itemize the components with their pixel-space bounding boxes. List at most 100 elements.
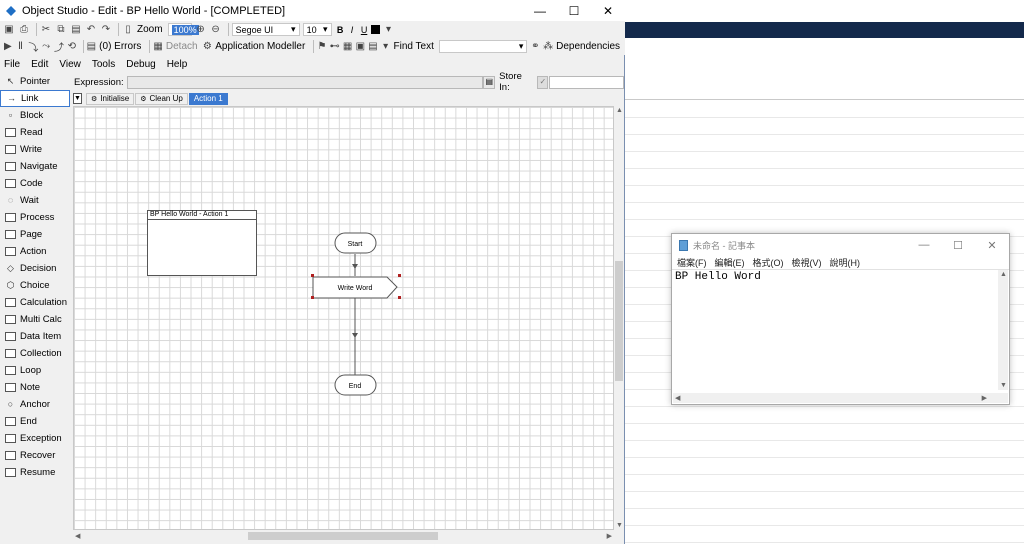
process-canvas[interactable]: BP Hello World - Action 1 Start Write Wo… (73, 106, 614, 530)
palette-item-data-item[interactable]: Data Item (0, 328, 70, 345)
palette-item-loop[interactable]: Loop (0, 362, 70, 379)
find-text-input[interactable]: ▾ (438, 40, 528, 53)
palette-item-note[interactable]: Note (0, 379, 70, 396)
underline-button[interactable]: U (359, 25, 370, 35)
palette-item-choice[interactable]: ⬡ Choice (0, 277, 70, 294)
expression-editor-button[interactable]: ▤ (483, 75, 496, 89)
palette-item-link[interactable]: → Link (0, 90, 70, 107)
scroll-left-icon[interactable]: ◀ (675, 394, 680, 402)
palette-item-anchor[interactable]: ○ Anchor (0, 396, 70, 413)
palette-item-decision[interactable]: ◇ Decision (0, 260, 70, 277)
chevron-down-icon[interactable]: ▾ (381, 41, 391, 53)
expression-input[interactable] (126, 75, 484, 89)
minimize-button[interactable]: — (523, 0, 557, 22)
copy-icon[interactable]: ⧉ (55, 24, 67, 36)
notepad-titlebar[interactable]: 未命名 - 記事本 — ☐ ✕ (672, 234, 1009, 256)
notepad-menu-item[interactable]: 編輯(E) (715, 256, 745, 269)
maximize-button[interactable]: ☐ (557, 0, 591, 22)
notepad-menu-item[interactable]: 格式(O) (753, 256, 784, 269)
palette-item-action[interactable]: Action (0, 243, 70, 260)
palette-item-process[interactable]: Process (0, 209, 70, 226)
horizontal-scroll-thumb[interactable] (248, 532, 438, 540)
notepad-minimize-button[interactable]: — (907, 234, 941, 256)
pause-icon[interactable]: Ⅱ (16, 41, 26, 53)
palette-item-code[interactable]: Code (0, 175, 70, 192)
selection-handle[interactable] (311, 296, 314, 299)
save-icon[interactable]: ▣ (3, 24, 15, 36)
store-in-input[interactable] (549, 75, 624, 89)
zoom-in-icon[interactable]: ⊕ (195, 24, 207, 36)
selection-handle[interactable] (311, 274, 314, 277)
step-over-icon[interactable]: ⤳ (41, 41, 51, 53)
font-name-dropdown[interactable]: Segoe UI ▾ (231, 23, 300, 36)
step-in-icon[interactable]: ⤵ (28, 41, 38, 54)
menu-help[interactable]: Help (167, 59, 188, 70)
undo-icon[interactable]: ↶ (85, 24, 97, 36)
canvas-horizontal-scrollbar[interactable]: ◀ ▶ (73, 530, 614, 542)
dependencies-button[interactable]: Dependencies (556, 41, 620, 52)
scroll-left-icon[interactable]: ◀ (75, 532, 80, 540)
binoculars-icon[interactable]: ⚭ (530, 41, 540, 53)
tabs-dropdown-button[interactable]: ▼ (73, 93, 82, 104)
menu-file[interactable]: File (4, 59, 20, 70)
flag-icon[interactable]: ⚑ (317, 41, 327, 53)
reset-icon[interactable]: ⟲ (67, 41, 77, 53)
menu-debug[interactable]: Debug (126, 59, 155, 70)
palette-item-multi-calc[interactable]: Multi Calc (0, 311, 70, 328)
application-modeller-button[interactable]: Application Modeller (215, 41, 305, 52)
layout-icon[interactable]: ▣ (355, 41, 365, 53)
canvas-vertical-scrollbar[interactable]: ▲ ▼ (614, 106, 624, 530)
italic-button[interactable]: I (347, 25, 358, 35)
palette-item-end[interactable]: End (0, 413, 70, 430)
paste-icon[interactable]: ▤ (70, 24, 82, 36)
palette-item-collection[interactable]: Collection (0, 345, 70, 362)
layout-menu-icon[interactable]: ▤ (368, 41, 378, 53)
detach-button[interactable]: Detach (166, 41, 198, 52)
notepad-close-button[interactable]: ✕ (975, 234, 1009, 256)
palette-item-block[interactable]: ▫ Block (0, 107, 70, 124)
zoom-out-icon[interactable]: ⊖ (210, 24, 222, 36)
notepad-vertical-scrollbar[interactable]: ▲ ▼ (998, 270, 1008, 390)
store-in-check-icon[interactable]: ✓ (537, 75, 549, 89)
palette-item-recover[interactable]: Recover (0, 447, 70, 464)
palette-item-navigate[interactable]: Navigate (0, 158, 70, 175)
vertical-scroll-thumb[interactable] (615, 261, 623, 381)
scroll-down-icon[interactable]: ▼ (1000, 382, 1007, 389)
palette-item-wait[interactable]: ◌ Wait (0, 192, 70, 209)
scroll-right-icon[interactable]: ▶ (982, 394, 987, 402)
palette-item-calculation[interactable]: Calculation (0, 294, 70, 311)
menu-view[interactable]: View (59, 59, 81, 70)
zoom-dropdown[interactable]: 100% (167, 23, 199, 36)
palette-item-write[interactable]: Write (0, 141, 70, 158)
scroll-right-icon[interactable]: ▶ (607, 532, 612, 540)
print-icon[interactable]: ⎙ (18, 24, 30, 36)
scroll-up-icon[interactable]: ▲ (1000, 271, 1007, 278)
notepad-menu-item[interactable]: 說明(H) (830, 256, 861, 269)
close-button[interactable]: ✕ (591, 0, 625, 22)
grid-icon[interactable]: ▦ (343, 41, 353, 53)
font-size-dropdown[interactable]: 10 ▾ (302, 23, 332, 36)
selection-handle[interactable] (398, 274, 401, 277)
studio-titlebar[interactable]: Object Studio - Edit - BP Hello World - … (0, 0, 625, 22)
notepad-resize-grip[interactable] (998, 393, 1008, 403)
notepad-menu-item[interactable]: 檢視(V) (792, 256, 822, 269)
chevron-down-icon[interactable]: ▾ (383, 24, 395, 36)
palette-item-page[interactable]: Page (0, 226, 70, 243)
tab-initialise[interactable]: ⚙ Initialise (86, 92, 135, 105)
scroll-down-icon[interactable]: ▼ (616, 522, 623, 529)
errors-button[interactable]: (0) Errors (99, 41, 141, 52)
scroll-up-icon[interactable]: ▲ (616, 107, 623, 114)
link-chain-icon[interactable]: ⊷ (330, 41, 340, 53)
menu-tools[interactable]: Tools (92, 59, 115, 70)
redo-icon[interactable]: ↷ (100, 24, 112, 36)
palette-item-exception[interactable]: Exception (0, 430, 70, 447)
run-icon[interactable]: ▶ (3, 41, 13, 53)
step-out-icon[interactable]: ⤴ (54, 41, 64, 54)
palette-item-read[interactable]: Read (0, 124, 70, 141)
notepad-horizontal-scrollbar[interactable]: ◀ ▶ (673, 393, 999, 403)
palette-item-resume[interactable]: Resume (0, 464, 70, 481)
menu-edit[interactable]: Edit (31, 59, 48, 70)
palette-item-pointer[interactable]: ↖ Pointer (0, 73, 70, 90)
tab-action-1[interactable]: Action 1 (188, 92, 228, 105)
bold-button[interactable]: B (335, 25, 346, 35)
